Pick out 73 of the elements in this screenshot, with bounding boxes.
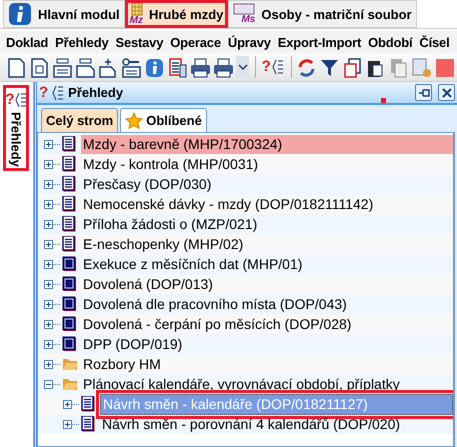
copy-document-icon[interactable] (342, 56, 363, 78)
collapse-button[interactable] (44, 380, 53, 388)
expand-button[interactable] (44, 360, 53, 368)
tree-item[interactable]: Mzdy - barevně (MHP/1700324) (81, 134, 453, 154)
info-icon[interactable] (144, 56, 165, 78)
expand-button[interactable] (44, 180, 53, 188)
refresh-icon[interactable] (296, 56, 317, 78)
menu-item[interactable]: Čísel (417, 34, 454, 50)
menu-item[interactable]: Sestavy (113, 34, 168, 50)
printer-icon[interactable] (190, 56, 211, 78)
document-list-icon (62, 136, 78, 152)
help-glyph: ? (39, 84, 48, 100)
calculator-coins-icon[interactable] (411, 56, 432, 78)
menu-item[interactable]: Doklad (4, 34, 54, 50)
star-icon (125, 112, 144, 130)
dropdown-button[interactable] (236, 56, 250, 78)
menu-item[interactable]: Operace (168, 34, 226, 50)
expand-button[interactable] (44, 160, 53, 168)
info-icon (8, 2, 32, 26)
module-abbreviation-label: Mz (130, 16, 143, 26)
pin-button[interactable] (415, 84, 432, 101)
panel-tab[interactable]: Oblíbené (120, 108, 207, 132)
close-icon (440, 86, 452, 98)
report-icon[interactable] (167, 56, 188, 78)
form-icon[interactable] (52, 56, 73, 78)
new-page-icon[interactable] (6, 56, 27, 78)
page-tag-icon[interactable] (75, 56, 96, 78)
expand-button[interactable] (44, 140, 53, 148)
menu-item[interactable]: Přehledy (53, 34, 114, 50)
caret-icon (238, 64, 248, 70)
expand-button[interactable] (44, 340, 53, 348)
module-abbreviation-label: Ms (241, 15, 256, 25)
document-list-icon (81, 416, 97, 432)
pin-icon (418, 86, 430, 98)
side-tab[interactable]: ? Přehledy (3, 85, 29, 171)
document-list-icon (62, 176, 78, 192)
expand-button[interactable] (44, 240, 53, 248)
dark-square-icon (62, 336, 78, 352)
panel-tab[interactable]: Celý strom (41, 108, 118, 132)
document-list-icon (62, 216, 78, 232)
expand-button[interactable] (63, 400, 72, 408)
square-icon[interactable] (434, 56, 455, 78)
dark-square-icon (62, 256, 78, 272)
menu-item[interactable]: Export-Import (276, 34, 366, 50)
help-button[interactable]: ? (260, 56, 286, 78)
folder-icon (62, 356, 78, 372)
close-button[interactable] (438, 84, 455, 101)
panel-title: Přehledy (68, 85, 124, 100)
menu-item[interactable]: Úpravy (226, 34, 276, 50)
folder-icon (62, 376, 78, 392)
list-icon (52, 84, 64, 100)
list-icon (14, 92, 27, 108)
page-add-icon[interactable] (98, 56, 119, 78)
expand-button[interactable] (44, 320, 53, 328)
tree-item[interactable]: Rozbory HM (81, 354, 163, 374)
expand-button[interactable] (44, 300, 53, 308)
page-plus-icon[interactable] (29, 56, 50, 78)
printer-icon[interactable] (213, 56, 234, 78)
module-tab[interactable]: Ms Osoby - matriční soubor (228, 0, 417, 28)
key-form-icon[interactable] (121, 56, 142, 78)
expand-button[interactable] (44, 220, 53, 228)
module-tab[interactable]: Mz Hrubé mzdy (124, 0, 228, 28)
module-tab[interactable]: Hlavní modul (3, 0, 125, 28)
help-glyph: ? (5, 92, 15, 108)
expand-button[interactable] (44, 260, 53, 268)
expand-button[interactable] (63, 420, 72, 428)
expand-button[interactable] (44, 200, 53, 208)
card-icon (233, 3, 256, 15)
list-icon (272, 59, 284, 75)
expand-button[interactable] (44, 280, 53, 288)
grid-sheet-icon (130, 2, 143, 16)
dark-square-icon (62, 296, 78, 312)
menu-item[interactable]: Období (366, 34, 418, 50)
